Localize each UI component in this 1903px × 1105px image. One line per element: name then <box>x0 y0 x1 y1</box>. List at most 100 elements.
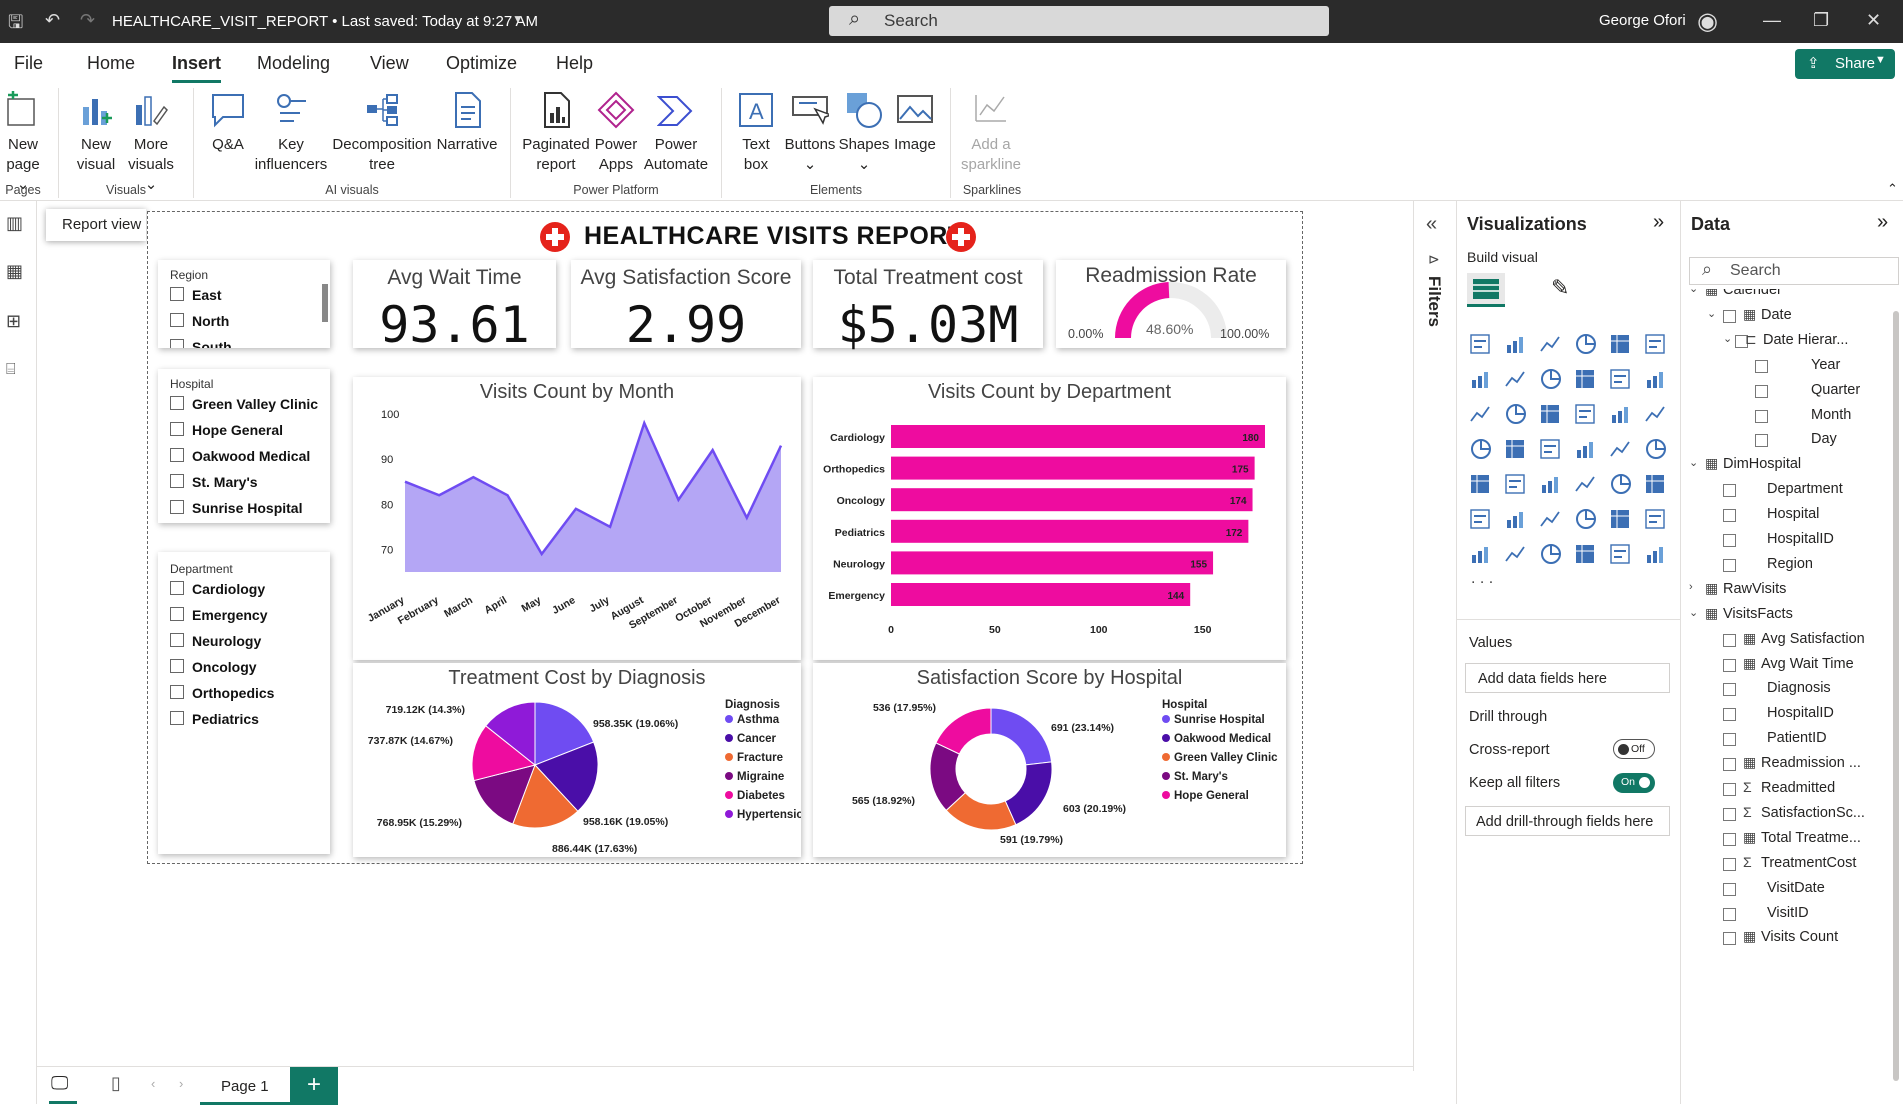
visual-type-icon[interactable] <box>1540 439 1560 459</box>
slicer-item[interactable]: Orthopedics <box>170 685 274 701</box>
menu-insert[interactable]: Insert <box>172 53 222 83</box>
field-checkbox[interactable] <box>1723 857 1736 871</box>
slicer-item[interactable]: Oakwood Medical <box>170 448 310 464</box>
field-list-item[interactable]: ⌄ ▦ Date <box>1681 304 1891 328</box>
slicer-item[interactable]: Emergency <box>170 607 267 623</box>
slicer-item[interactable]: South <box>170 339 232 348</box>
visual-type-icon[interactable] <box>1505 546 1525 562</box>
visual-type-icon[interactable] <box>1646 439 1666 459</box>
field-list-item[interactable]: Σ TreatmentCost <box>1681 852 1891 876</box>
avg-wait-time-card[interactable]: Avg Wait Time 93.61 <box>353 260 556 354</box>
title-dropdown-icon[interactable]: ▼ <box>512 12 524 26</box>
visual-type-icon[interactable] <box>1505 371 1525 387</box>
visual-type-icon[interactable] <box>1646 475 1664 493</box>
field-checkbox[interactable] <box>1755 384 1768 398</box>
report-view-icon[interactable]: ▥ <box>6 213 23 234</box>
field-list-item[interactable]: Month <box>1681 404 1891 428</box>
build-visual-tab[interactable] <box>1467 273 1505 307</box>
field-list-item[interactable]: Department <box>1681 478 1891 502</box>
slicer-item[interactable]: Hope General <box>170 422 283 438</box>
field-checkbox[interactable] <box>1723 534 1736 547</box>
field-checkbox[interactable] <box>1723 783 1736 796</box>
field-checkbox[interactable] <box>1723 832 1736 846</box>
prev-page-icon[interactable]: ‹ <box>151 1076 155 1091</box>
slicer-item[interactable]: Pediatrics <box>170 711 259 727</box>
field-checkbox[interactable] <box>1723 882 1736 896</box>
data-search-input[interactable]: ⌕ Search <box>1689 257 1899 285</box>
slicer-item[interactable]: North <box>170 313 229 329</box>
visual-type-icon[interactable] <box>1540 336 1560 352</box>
field-checkbox[interactable] <box>1723 633 1736 647</box>
collapse-ribbon-icon[interactable]: ⌃ <box>1887 181 1898 197</box>
visual-type-grid[interactable]: . . . <box>1465 329 1675 599</box>
mobile-layout-icon[interactable]: ▯ <box>111 1073 121 1094</box>
field-checkbox[interactable] <box>1723 309 1736 323</box>
field-list-item[interactable]: › ▦ RawVisits <box>1681 578 1891 602</box>
field-list-item[interactable]: Quarter <box>1681 379 1891 403</box>
field-checkbox[interactable] <box>1723 509 1736 523</box>
cross-report-toggle[interactable]: Off <box>1613 739 1655 759</box>
search-box[interactable]: ⌕ Search <box>829 6 1329 36</box>
data-pane-scrollbar[interactable] <box>1893 311 1899 1081</box>
field-checkbox[interactable] <box>1723 733 1736 747</box>
dax-query-icon[interactable]: ⌸ <box>6 361 16 379</box>
treatment-cost-by-diagnosis-chart[interactable]: Treatment Cost by Diagnosis 958.35K (19.… <box>353 663 801 857</box>
new-visual-button[interactable]: New visual <box>72 91 120 175</box>
field-list-item[interactable]: Year <box>1681 354 1891 378</box>
visual-type-icon[interactable] <box>1611 474 1631 494</box>
field-list-item[interactable]: ▦ Readmission ... <box>1681 752 1891 776</box>
expand-chevron-icon[interactable]: ⌄ <box>1723 332 1732 345</box>
expand-chevron-icon[interactable]: ⌄ <box>1707 307 1716 320</box>
menu-help[interactable]: Help <box>556 53 593 74</box>
qa-button[interactable]: Q&A <box>205 91 251 155</box>
field-list-item[interactable]: Diagnosis <box>1681 677 1891 701</box>
add-page-button[interactable]: + <box>290 1067 338 1105</box>
field-list-item[interactable]: ⌄ ▦ VisitsFacts <box>1681 603 1891 627</box>
field-list-item[interactable]: ⌄ ▦ DimHospital <box>1681 453 1891 477</box>
share-button[interactable]: ⇪ Share ▼ <box>1795 49 1895 79</box>
visual-type-icon[interactable] <box>1645 334 1665 354</box>
field-list-item[interactable]: Hospital <box>1681 503 1891 527</box>
menu-home[interactable]: Home <box>87 53 135 74</box>
visual-type-icon[interactable] <box>1506 404 1526 424</box>
slicer-scrollbar[interactable] <box>322 284 328 322</box>
slicer-item[interactable]: East <box>170 287 222 303</box>
field-list-item[interactable]: VisitDate <box>1681 877 1891 901</box>
minimize-icon[interactable]: — <box>1763 10 1781 31</box>
add-sparkline-button[interactable]: Add a sparkline <box>956 91 1026 175</box>
buttons-button[interactable]: Buttons ⌄ <box>782 91 838 175</box>
restore-icon[interactable]: ❐ <box>1813 10 1829 31</box>
visual-type-icon[interactable] <box>1470 509 1490 529</box>
visual-type-icon[interactable] <box>1472 547 1488 563</box>
visual-type-icon[interactable] <box>1647 547 1663 563</box>
format-visual-icon[interactable]: ✎ <box>1551 275 1569 301</box>
field-list-item[interactable]: ⌄ ⊏ Date Hierar... <box>1681 329 1891 353</box>
visits-by-department-chart[interactable]: Visits Count by Department Cardiology 180… <box>813 377 1286 660</box>
visual-type-icon[interactable] <box>1610 441 1630 457</box>
region-slicer[interactable]: Region East North South <box>158 260 330 348</box>
paginated-report-button[interactable]: Paginated report <box>520 91 592 175</box>
field-checkbox[interactable] <box>1755 359 1768 373</box>
expand-chevron-icon[interactable]: › <box>1689 581 1693 593</box>
visual-type-icon[interactable] <box>1540 511 1560 527</box>
field-checkbox[interactable] <box>1755 409 1768 423</box>
expand-chevron-icon[interactable]: ⌄ <box>1689 289 1698 295</box>
readmission-rate-gauge[interactable]: Readmission Rate 0.00% 48.60% 100.00% <box>1056 260 1286 348</box>
field-list-item[interactable]: Region <box>1681 553 1891 577</box>
visits-by-month-chart[interactable]: Visits Count by Month 70 80 90 100 January Fe… <box>353 377 801 660</box>
page-tab[interactable]: Page 1 <box>221 1078 269 1095</box>
visual-type-icon[interactable] <box>1506 440 1524 458</box>
satisfaction-by-hospital-chart[interactable]: Satisfaction Score by Hospital 691 (23.1… <box>813 663 1286 857</box>
field-checkbox[interactable] <box>1723 932 1736 946</box>
visual-type-icon[interactable] <box>1611 510 1629 528</box>
next-page-icon[interactable]: › <box>179 1076 183 1091</box>
undo-icon[interactable]: ↶ <box>45 10 60 31</box>
field-checkbox[interactable] <box>1723 758 1736 772</box>
field-list-item[interactable]: HospitalID <box>1681 528 1891 552</box>
keep-filters-toggle[interactable]: On <box>1613 773 1655 793</box>
hospital-slicer[interactable]: Hospital Green Valley Clinic Hope Genera… <box>158 369 330 523</box>
visual-type-icon[interactable] <box>1645 509 1665 529</box>
slicer-item[interactable]: Oncology <box>170 659 257 675</box>
visual-type-icon[interactable] <box>1612 407 1628 423</box>
field-list-item[interactable]: ▦ Visits Count <box>1681 926 1891 950</box>
